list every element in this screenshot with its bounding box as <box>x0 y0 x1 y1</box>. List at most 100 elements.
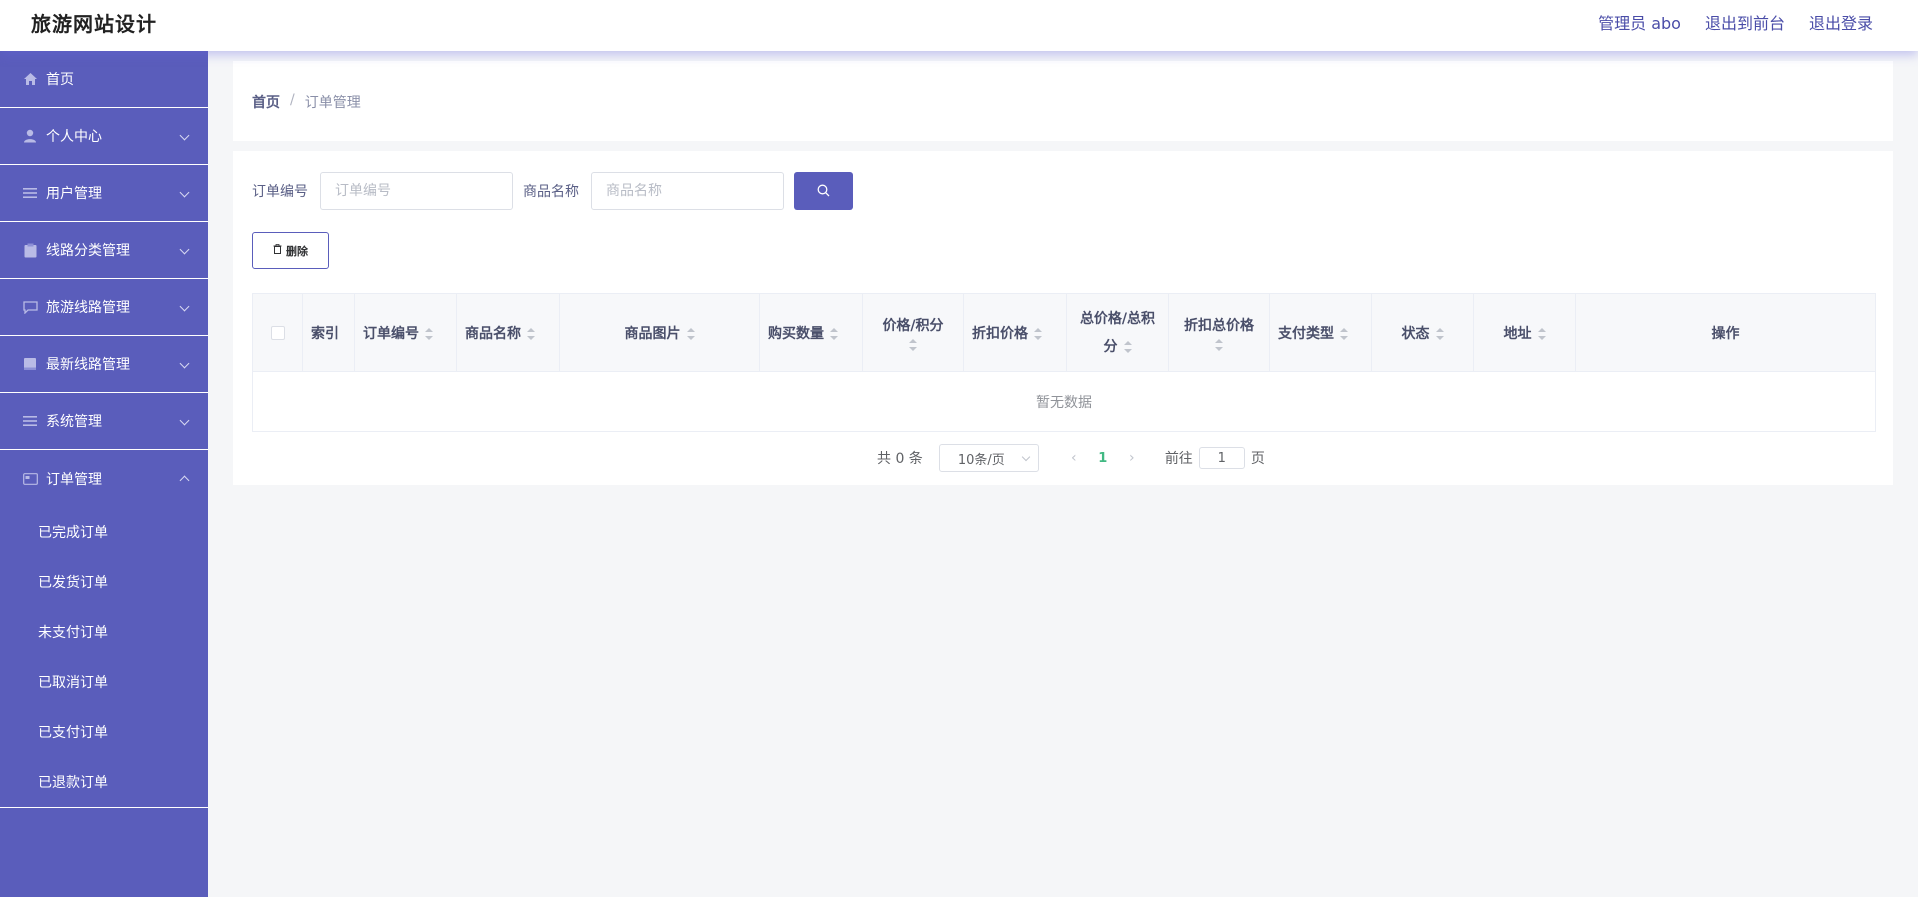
order-submenu: 已完成订单 已发货订单 未支付订单 已取消订单 已支付订单 已退款订单 <box>0 507 208 808</box>
breadcrumb-card: 首页 / 订单管理 <box>233 61 1893 141</box>
select-all-checkbox[interactable] <box>270 325 285 340</box>
next-page-button[interactable]: › <box>1117 450 1147 466</box>
column-header-discount-price[interactable]: 折扣价格 <box>963 293 1067 372</box>
search-form: 订单编号 商品名称 <box>252 172 853 210</box>
column-header-actions: 操作 <box>1575 293 1876 372</box>
user-icon <box>22 128 38 144</box>
sidebar-subitem-completed-orders[interactable]: 已完成订单 <box>0 507 208 557</box>
empty-text: 暂无数据 <box>252 371 1876 432</box>
breadcrumb-current: 订单管理 <box>304 95 361 111</box>
trash-icon <box>273 244 282 257</box>
order-list-card: 订单编号 商品名称 删除 索引 订单编号 商品名称 商 <box>233 151 1893 485</box>
card-icon <box>22 471 38 487</box>
sidebar-item-label: 系统管理 <box>46 414 102 430</box>
page-number-current[interactable]: 1 <box>1089 451 1117 466</box>
chevron-down-icon <box>179 415 190 426</box>
chevron-down-icon <box>179 244 190 255</box>
sidebar-item-label: 订单管理 <box>46 471 102 488</box>
sort-icon[interactable] <box>1435 327 1444 340</box>
sort-icon[interactable] <box>1034 327 1042 340</box>
chevron-up-icon <box>179 475 190 486</box>
empty-row: 暂无数据 <box>252 371 1876 432</box>
sidebar-item-route-category[interactable]: 线路分类管理 <box>0 222 208 279</box>
column-header-address[interactable]: 地址 <box>1473 293 1576 372</box>
chevron-down-icon <box>179 358 190 369</box>
sort-icon[interactable] <box>1123 340 1132 353</box>
column-header-total-price[interactable]: 总价格/总积分 <box>1066 293 1169 372</box>
clipboard-icon <box>22 242 38 258</box>
goto-page: 前往 页 <box>1165 447 1265 469</box>
sidebar-item-order-management[interactable]: 订单管理 <box>0 450 208 507</box>
sort-icon[interactable] <box>425 327 433 340</box>
breadcrumb-home[interactable]: 首页 <box>252 92 280 112</box>
sidebar-item-user-management[interactable]: 用户管理 <box>0 165 208 222</box>
prev-page-button[interactable]: ‹ <box>1059 450 1089 466</box>
exit-to-front-link[interactable]: 退出到前台 <box>1705 10 1785 34</box>
pagination-total: 共 0 条 <box>877 451 923 467</box>
sidebar-subitem-paid-orders[interactable]: 已支付订单 <box>0 707 208 757</box>
column-header-product-name[interactable]: 商品名称 <box>456 293 560 372</box>
column-header-status[interactable]: 状态 <box>1371 293 1474 372</box>
sort-icon[interactable] <box>1215 338 1223 351</box>
chevron-down-icon <box>179 187 190 198</box>
column-header-order-no[interactable]: 订单编号 <box>354 293 457 372</box>
admin-user-link[interactable]: 管理员 abo <box>1598 10 1681 34</box>
chevron-down-icon <box>179 130 190 141</box>
chevron-down-icon <box>1021 452 1031 462</box>
sort-icon[interactable] <box>909 338 917 351</box>
app-title: 旅游网站设计 <box>31 12 157 36</box>
column-header-product-image[interactable]: 商品图片 <box>559 293 760 372</box>
column-header-price[interactable]: 价格/积分 <box>862 293 964 372</box>
column-header-quantity[interactable]: 购买数量 <box>759 293 863 372</box>
sort-icon[interactable] <box>1340 327 1348 340</box>
breadcrumb: 首页 / 订单管理 <box>252 92 361 112</box>
search-icon <box>817 182 830 201</box>
orders-table: 索引 订单编号 商品名称 商品图片 购买数量 价格/积分 折扣价格 总价格/总积… <box>252 293 1876 432</box>
sort-icon[interactable] <box>686 327 695 340</box>
column-header-payment-type[interactable]: 支付类型 <box>1269 293 1372 372</box>
product-name-input[interactable] <box>591 172 784 210</box>
table-header-row: 索引 订单编号 商品名称 商品图片 购买数量 价格/积分 折扣价格 总价格/总积… <box>252 293 1876 372</box>
sidebar-subitem-cancelled-orders[interactable]: 已取消订单 <box>0 657 208 707</box>
sidebar-subitem-unpaid-orders[interactable]: 未支付订单 <box>0 607 208 657</box>
sidebar-subitem-refunded-orders[interactable]: 已退款订单 <box>0 757 208 807</box>
sidebar-item-latest-routes[interactable]: 最新线路管理 <box>0 336 208 393</box>
sidebar-item-label: 首页 <box>46 72 74 88</box>
page-size-value: 10条/页 <box>957 452 1005 468</box>
delete-button[interactable]: 删除 <box>252 232 329 269</box>
order-no-input[interactable] <box>320 172 513 210</box>
goto-page-input[interactable] <box>1198 447 1245 469</box>
column-header-discount-total[interactable]: 折扣总价格 <box>1168 293 1270 372</box>
product-name-label: 商品名称 <box>523 184 579 200</box>
chevron-down-icon <box>179 301 190 312</box>
top-bar: 旅游网站设计 管理员 abo 退出到前台 退出登录 <box>0 0 1918 51</box>
sidebar: 首页 个人中心 用户管理 线路分类管理 旅游线路管理 最新线路管理 系统管理 订… <box>0 51 208 897</box>
list-icon <box>22 185 38 201</box>
sort-icon[interactable] <box>830 327 838 340</box>
logout-link[interactable]: 退出登录 <box>1809 10 1873 34</box>
sidebar-item-travel-routes[interactable]: 旅游线路管理 <box>0 279 208 336</box>
list-icon <box>22 413 38 429</box>
breadcrumb-separator: / <box>290 92 295 108</box>
sidebar-item-system-management[interactable]: 系统管理 <box>0 393 208 450</box>
sidebar-item-label: 个人中心 <box>46 129 102 145</box>
sort-icon[interactable] <box>527 327 535 340</box>
sidebar-item-label: 用户管理 <box>46 186 102 202</box>
search-button[interactable] <box>794 172 853 210</box>
page-size-select[interactable]: 10条/页 <box>938 444 1039 472</box>
home-icon <box>22 71 38 87</box>
pagination: 共 0 条 10条/页 ‹ 1 › 前往 页 <box>877 444 1265 472</box>
delete-button-label: 删除 <box>286 244 308 258</box>
sidebar-item-label: 旅游线路管理 <box>46 300 130 316</box>
sidebar-item-home[interactable]: 首页 <box>0 51 208 108</box>
goto-suffix: 页 <box>1250 451 1265 467</box>
sidebar-item-label: 最新线路管理 <box>46 357 130 373</box>
sort-icon[interactable] <box>1537 327 1546 340</box>
column-header-index: 索引 <box>302 293 355 372</box>
sidebar-item-personal-center[interactable]: 个人中心 <box>0 108 208 165</box>
sidebar-subitem-shipped-orders[interactable]: 已发货订单 <box>0 557 208 607</box>
order-no-label: 订单编号 <box>252 184 308 200</box>
chat-icon <box>22 299 38 315</box>
select-all-cell <box>252 293 303 372</box>
sidebar-item-label: 线路分类管理 <box>46 243 130 259</box>
